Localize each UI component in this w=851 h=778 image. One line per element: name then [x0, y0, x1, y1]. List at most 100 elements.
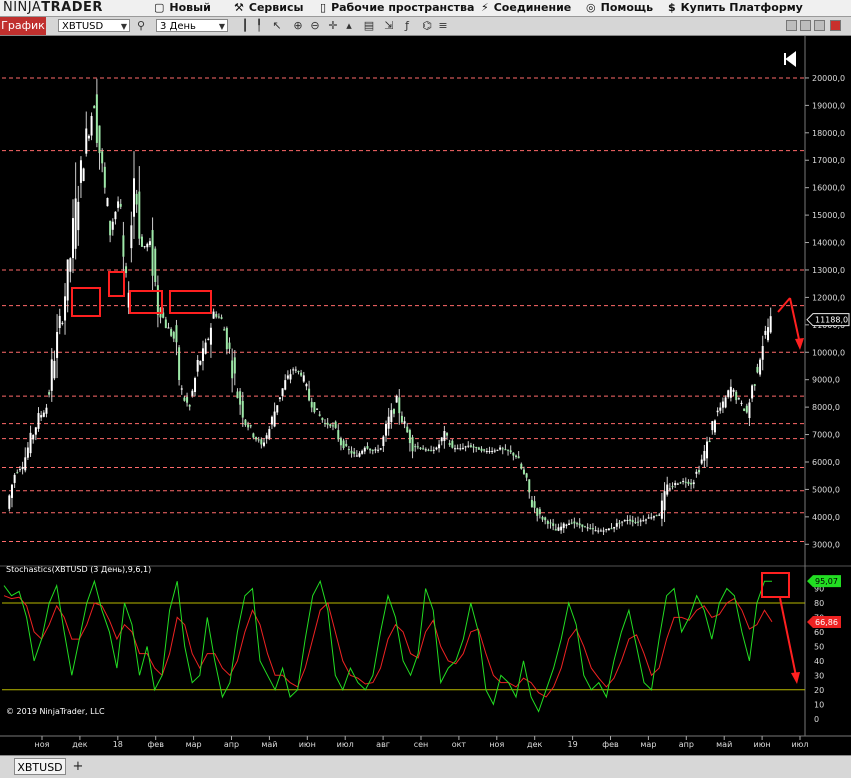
candle-body — [45, 407, 48, 414]
restore-button[interactable] — [800, 20, 811, 31]
candle-body — [618, 522, 621, 524]
price-chart[interactable]: 3000,0 4000,0 5000,0 6000,0 7000,0 8000,0 9000… — [0, 36, 851, 755]
instrument-selector[interactable]: XBTUSD ▼ — [58, 19, 130, 32]
price-tick-label: 4000,0 — [812, 513, 840, 522]
bar-type-icon[interactable]: ╿ — [252, 19, 266, 33]
stoch-tick-label: 80 — [814, 599, 824, 608]
candle-body — [414, 446, 417, 448]
candle-body — [13, 474, 16, 483]
annotation-box — [71, 287, 101, 317]
candle-body — [143, 246, 146, 248]
data-box-icon[interactable]: ▤ — [362, 19, 376, 33]
candle-body — [671, 486, 674, 488]
properties-icon[interactable]: ≡ — [436, 19, 450, 33]
candle-body — [355, 455, 358, 457]
chart-tab[interactable]: График — [0, 17, 46, 35]
candle-body — [570, 522, 573, 524]
candle-body — [692, 482, 695, 485]
candle-body — [708, 441, 711, 443]
search-icon[interactable]: ⚲ — [134, 19, 148, 33]
candle-body — [753, 384, 756, 386]
price-tick-label: 10000,0 — [812, 348, 845, 357]
menu-workspaces[interactable]: ▯ Рабочие пространства — [320, 0, 474, 16]
candle-body — [87, 135, 90, 139]
bar-style-icon[interactable]: ┃ — [238, 19, 252, 33]
annotation-arrow — [789, 297, 801, 345]
menu-bar: NINJATRADER ▢ Новый ⚒ Сервисы ▯ Рабочие про… — [0, 0, 851, 17]
candle-body — [546, 521, 549, 524]
order-icon[interactable]: ⇲ — [382, 19, 396, 33]
ninjatrader-logo: NINJATRADER — [3, 0, 103, 15]
maximize-button[interactable] — [814, 20, 825, 31]
indicators-icon[interactable]: ƒ — [400, 19, 414, 33]
zoom-in-icon[interactable]: ⊕ — [291, 19, 305, 33]
candle-body — [109, 220, 112, 236]
candle-body — [501, 448, 504, 450]
time-tick-label: сен — [414, 740, 429, 749]
menu-new[interactable]: ▢ Новый — [154, 0, 211, 16]
candle-body — [491, 451, 494, 453]
candle-body — [623, 520, 626, 522]
candle-body — [191, 390, 194, 396]
chart-panel[interactable]: 3000,0 4000,0 5000,0 6000,0 7000,0 8000,0 9000… — [0, 36, 851, 755]
menu-tools[interactable]: ⚒ Сервисы — [234, 0, 303, 16]
candle-body — [690, 482, 693, 485]
arrow-head-icon — [791, 672, 800, 684]
candle-body — [225, 327, 228, 350]
candle-body — [483, 449, 486, 451]
add-tab-button[interactable]: + — [70, 758, 86, 775]
candle-body — [79, 160, 82, 183]
candle-body — [278, 397, 281, 400]
minimize-button[interactable] — [786, 20, 797, 31]
candle-body — [637, 521, 640, 523]
candle-body — [34, 427, 37, 435]
candle-body — [610, 528, 613, 530]
instrument-tab[interactable]: XBTUSD — [14, 758, 66, 775]
candle-body — [408, 430, 411, 444]
candle-body — [310, 401, 313, 408]
candle-body — [427, 449, 430, 451]
candle-body — [578, 523, 581, 526]
candle-body — [599, 530, 602, 532]
menu-help[interactable]: ◎ Помощь — [586, 0, 653, 16]
candle-body — [382, 436, 385, 447]
menu-buy-platform[interactable]: $ Купить Платформу — [668, 0, 803, 16]
annotation-box — [108, 271, 125, 297]
candle-body — [93, 105, 96, 109]
drawing-tool-icon[interactable]: ▴ — [342, 19, 356, 33]
candle-body — [411, 437, 414, 452]
candle-body — [639, 520, 642, 522]
crosshair-icon[interactable]: ✛ — [326, 19, 340, 33]
pointer-icon[interactable]: ↖ — [270, 19, 284, 33]
candle-body — [451, 440, 454, 448]
candle-body — [342, 440, 345, 448]
strategies-icon[interactable]: ⌬ — [420, 19, 434, 33]
candle-body — [77, 201, 80, 231]
candle-body — [284, 380, 287, 390]
zoom-out-icon[interactable]: ⊖ — [308, 19, 322, 33]
annotation-box — [169, 290, 212, 314]
candle-body — [363, 447, 366, 452]
time-tick-label: мар — [640, 740, 656, 749]
candle-body — [377, 449, 380, 451]
candle-body — [440, 437, 443, 442]
candle-body — [236, 391, 239, 399]
candle-body — [24, 457, 27, 471]
candle-body — [188, 404, 191, 407]
interval-selector[interactable]: 3 День ▼ — [156, 19, 228, 32]
candle-body — [18, 469, 21, 471]
close-button[interactable] — [830, 20, 841, 31]
price-tick-label: 7000,0 — [812, 431, 840, 440]
price-tick-label: 19000,0 — [812, 101, 845, 110]
candle-body — [621, 521, 624, 523]
candle-body — [170, 329, 173, 336]
price-tick-label: 13000,0 — [812, 266, 845, 275]
menu-connection[interactable]: ⚡ Соединение — [481, 0, 571, 16]
candle-body — [446, 433, 449, 436]
candle-body — [339, 438, 342, 446]
candle-body — [629, 519, 632, 521]
candle-body — [95, 94, 98, 143]
candle-body — [90, 116, 93, 136]
chevron-down-icon: ▼ — [218, 22, 225, 31]
candle-body — [69, 258, 72, 272]
